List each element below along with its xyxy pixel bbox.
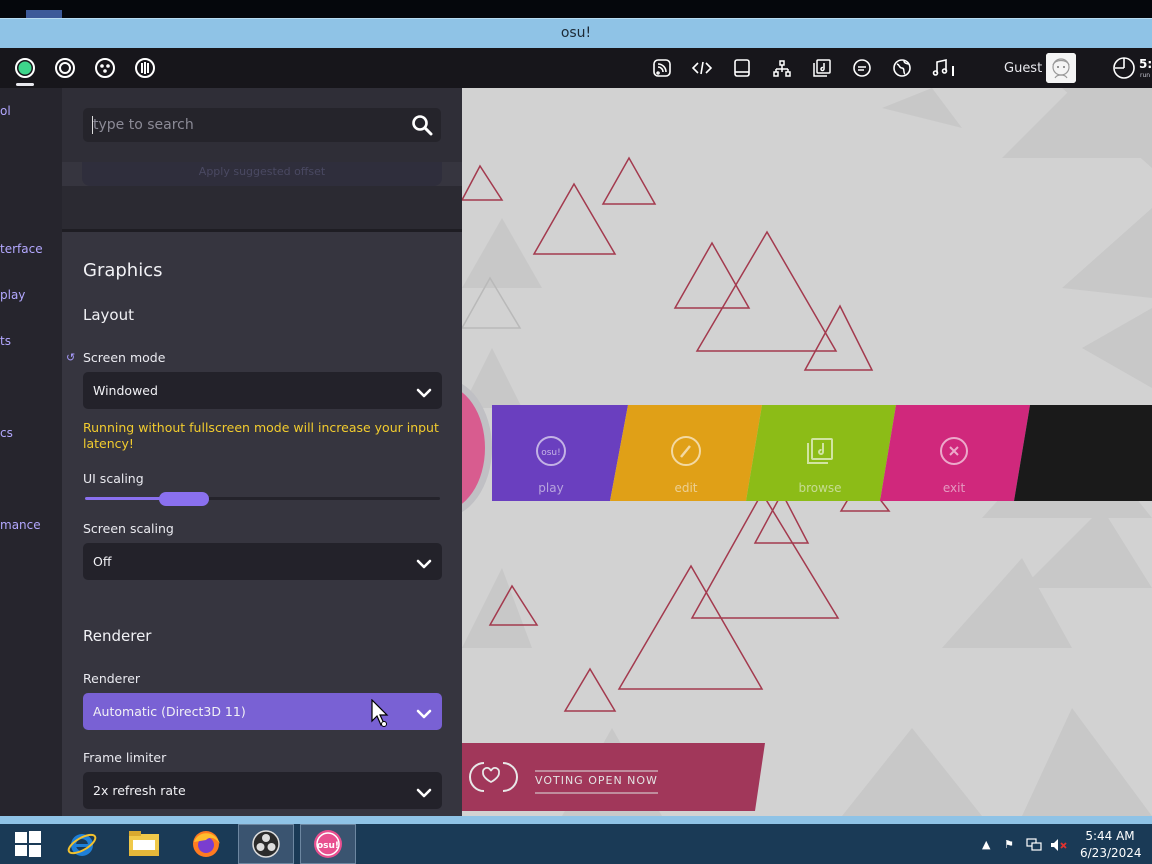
obs-icon[interactable] [238, 824, 294, 864]
osu-taskbar-icon[interactable]: osu! [300, 824, 356, 864]
taskbar-date[interactable]: 6/23/2024 [1080, 846, 1142, 860]
user-name[interactable]: Guest [1004, 61, 1042, 76]
toolbar-clock: 5: [1139, 57, 1152, 71]
subsection-title-renderer: Renderer [83, 627, 152, 645]
rankings-icon[interactable] [768, 54, 796, 82]
search-input[interactable]: type to search [83, 108, 441, 142]
search-placeholder: type to search [93, 117, 194, 133]
play-label: play [538, 481, 564, 495]
clock-icon [1112, 56, 1136, 84]
screen-mode-value: Windowed [93, 383, 158, 398]
chat-icon[interactable] [848, 54, 876, 82]
edit-label: edit [674, 481, 698, 495]
firefox-icon[interactable] [178, 824, 234, 864]
file-explorer-icon[interactable] [116, 824, 172, 864]
section-title-graphics: Graphics [83, 260, 163, 281]
frame-limiter-dropdown[interactable]: 2x refresh rate [83, 772, 442, 809]
chevron-down-icon [416, 705, 432, 724]
beatmap-browse-icon [804, 435, 836, 471]
settings-panel: Apply suggested offset type to search Gr… [62, 88, 462, 816]
screen-mode-label: Screen mode [83, 350, 166, 365]
settings-toggle-icon[interactable] [11, 54, 39, 82]
active-indicator [16, 83, 34, 86]
svg-text:osu!: osu! [541, 448, 561, 458]
news-icon[interactable] [648, 54, 676, 82]
beatmap-listing-icon[interactable] [808, 54, 836, 82]
sidebar-item-rulesets[interactable]: ts [0, 334, 11, 348]
sidebar-item-graphics[interactable]: cs [0, 426, 13, 440]
ruleset-mania-icon[interactable] [131, 54, 159, 82]
voting-text: VOTING OPEN NOW [535, 774, 658, 787]
internet-explorer-icon[interactable] [54, 824, 110, 864]
changelog-icon[interactable] [688, 54, 716, 82]
windows-taskbar: osu! ▲ ⚑ 5:44 AM 6/23/2024 [0, 824, 1152, 864]
apply-offset-button[interactable]: Apply suggested offset [82, 162, 442, 186]
wiki-icon[interactable] [728, 54, 756, 82]
screen-scaling-value: Off [93, 554, 112, 569]
osu-toolbar: Guest 5: run [0, 48, 1152, 88]
now-playing-icon[interactable] [930, 54, 958, 82]
osu-play-icon: osu! [535, 435, 567, 471]
search-area: type to search [62, 88, 462, 162]
chevron-down-icon [416, 384, 432, 403]
dashboard-globe-icon[interactable] [888, 54, 916, 82]
exit-label: exit [942, 481, 966, 495]
taskbar-time[interactable]: 5:44 AM [1083, 829, 1137, 843]
reset-icon[interactable]: ↺ [66, 351, 75, 364]
subsection-title-layout: Layout [83, 306, 134, 324]
ruleset-catch-icon[interactable] [91, 54, 119, 82]
mouse-cursor-icon [371, 698, 393, 733]
screen: osu! Guest 5: run ol terface play ts cs … [0, 0, 1152, 864]
sidebar-item-user-interface[interactable]: terface [0, 242, 43, 256]
toolbar-clock-runtime: run [1140, 72, 1151, 79]
section-gap [62, 186, 462, 230]
screen-scaling-dropdown[interactable]: Off [83, 543, 442, 580]
window-title: osu! [560, 25, 592, 41]
ui-scaling-label: UI scaling [83, 471, 144, 486]
renderer-value: Automatic (Direct3D 11) [93, 704, 246, 719]
osu-taskbar-label: osu! [317, 841, 339, 851]
exit-button[interactable]: exit [886, 405, 1022, 501]
network-icon[interactable] [1026, 838, 1042, 855]
show-hidden-icons[interactable]: ▲ [982, 838, 990, 851]
start-button[interactable] [0, 824, 56, 864]
browse-label: browse [798, 481, 842, 495]
chevron-down-icon [416, 555, 432, 574]
edit-button[interactable]: edit [618, 405, 754, 501]
screen-mode-dropdown[interactable]: Windowed [83, 372, 442, 409]
play-button[interactable]: osu! play [492, 405, 610, 501]
pencil-icon [670, 435, 702, 471]
sidebar-item-general[interactable]: ol [0, 104, 11, 118]
volume-muted-icon[interactable] [1050, 838, 1068, 855]
ui-scaling-slider-handle[interactable] [159, 492, 209, 506]
browse-button[interactable]: browse [752, 405, 888, 501]
section-divider [62, 229, 462, 232]
desktop-top-strip [0, 0, 1152, 18]
frame-limiter-value: 2x refresh rate [93, 783, 186, 798]
window-titlebar[interactable]: osu! [0, 18, 1152, 48]
chevron-down-icon [416, 784, 432, 803]
window-bottom-border [0, 816, 1152, 824]
main-menu-buttons: osu! play edit browse exit [462, 405, 1152, 501]
settings-sidebar: ol terface play ts cs mance [0, 88, 62, 816]
search-icon[interactable] [411, 114, 433, 140]
frame-limiter-label: Frame limiter [83, 750, 167, 765]
sidebar-item-gameplay[interactable]: play [0, 288, 25, 302]
action-center-flag-icon[interactable]: ⚑ [1004, 838, 1014, 851]
exit-icon [938, 435, 970, 471]
user-avatar[interactable] [1046, 53, 1076, 83]
renderer-label: Renderer [83, 671, 141, 686]
fullscreen-warning: Running without fullscreen mode will inc… [83, 420, 439, 451]
ruleset-standard-icon[interactable] [51, 54, 79, 82]
sidebar-item-maintenance[interactable]: mance [0, 518, 41, 532]
screen-scaling-label: Screen scaling [83, 521, 174, 536]
